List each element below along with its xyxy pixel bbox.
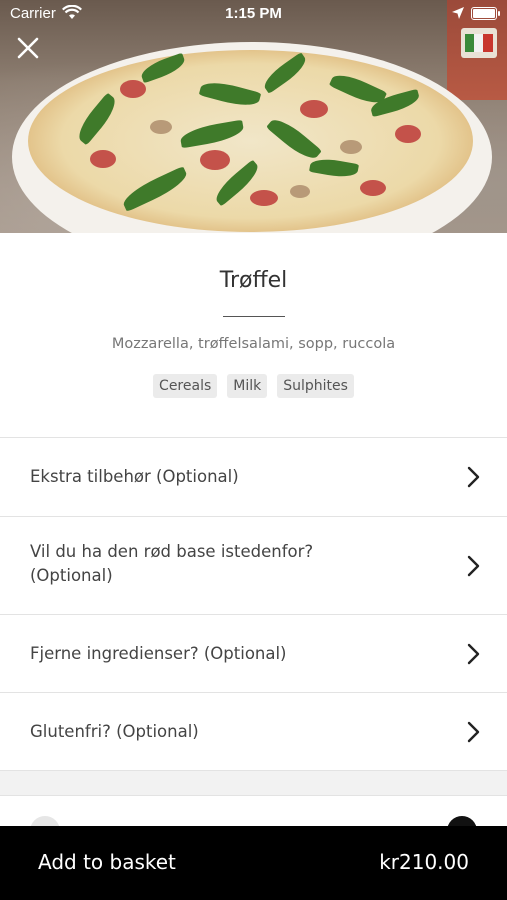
options-list: Ekstra tilbehør (Optional) Vil du ha den… [0, 437, 507, 770]
salami-topping [395, 125, 421, 143]
option-label: Vil du ha den rød base istedenfor? (Opti… [30, 542, 314, 585]
mushroom-topping [340, 140, 362, 154]
salami-topping [120, 80, 146, 98]
flag-sign [461, 28, 497, 58]
salami-topping [300, 100, 328, 118]
add-to-basket-label: Add to basket [38, 850, 176, 874]
close-icon [17, 37, 39, 59]
option-row-red-base[interactable]: Vil du ha den rød base istedenfor? (Opti… [0, 516, 507, 614]
location-arrow-icon [452, 7, 464, 19]
option-label: Fjerne ingredienser? (Optional) [30, 644, 287, 663]
allergen-tag: Cereals [153, 374, 218, 398]
chevron-right-icon [465, 465, 481, 489]
status-bar: Carrier 1:15 PM [0, 0, 507, 28]
salami-topping [250, 190, 278, 206]
section-separator [0, 770, 507, 796]
title-divider [223, 316, 285, 317]
chevron-right-icon [465, 642, 481, 666]
salami-topping [90, 150, 116, 168]
chevron-right-icon [465, 720, 481, 744]
allergen-tag: Milk [227, 374, 268, 398]
option-row-gluten-free[interactable]: Glutenfri? (Optional) [0, 692, 507, 770]
option-label: Ekstra tilbehør (Optional) [30, 467, 239, 486]
mushroom-topping [150, 120, 172, 134]
salami-topping [200, 150, 230, 170]
product-title: Trøffel [219, 268, 288, 293]
allergen-tags: Cereals Milk Sulphites [0, 374, 507, 398]
close-button[interactable] [14, 34, 42, 62]
product-description: Mozzarella, trøffelsalami, sopp, ruccola [111, 336, 396, 352]
salami-topping [360, 180, 386, 196]
option-row-extra-toppings[interactable]: Ekstra tilbehør (Optional) [0, 437, 507, 516]
allergen-tag: Sulphites [277, 374, 354, 398]
option-row-remove-ingredients[interactable]: Fjerne ingredienser? (Optional) [0, 614, 507, 692]
total-price: kr210.00 [379, 850, 469, 874]
chevron-right-icon [465, 554, 481, 578]
clock: 1:15 PM [225, 5, 282, 22]
option-label: Glutenfri? (Optional) [30, 722, 199, 741]
product-image [0, 0, 507, 233]
battery-icon [471, 7, 500, 20]
mushroom-topping [290, 185, 310, 198]
add-to-basket-button[interactable]: Add to basket kr210.00 [0, 826, 507, 900]
